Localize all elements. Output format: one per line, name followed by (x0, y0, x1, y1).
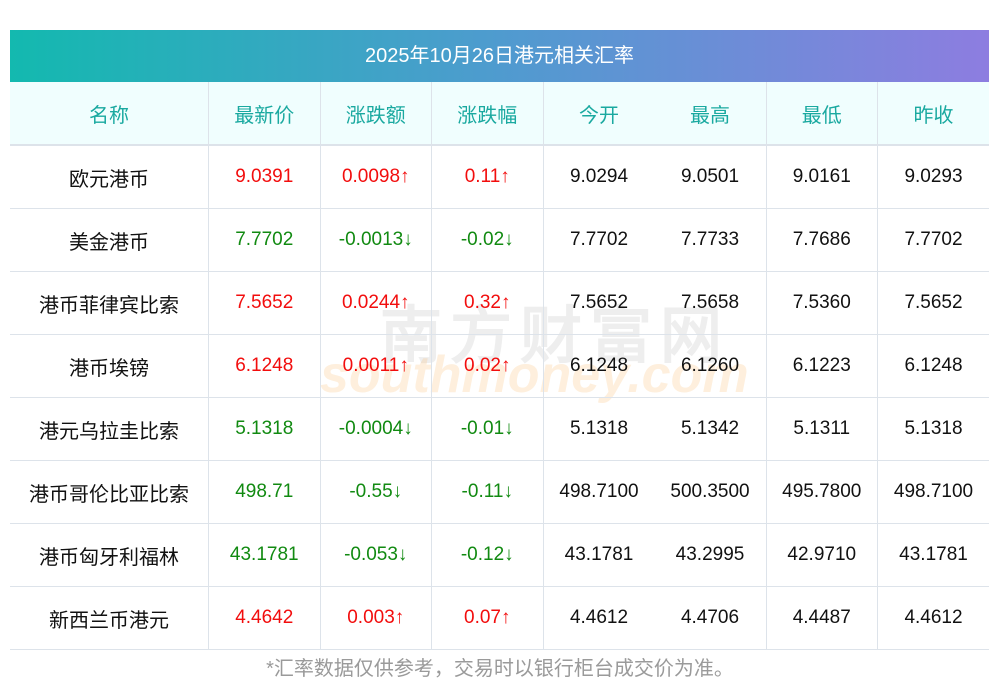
table-row: 港币菲律宾比索 7.5652 0.0244↑ 0.32↑ 7.5652 7.5658 7.5… (10, 271, 989, 335)
cell-high: 5.1342 (654, 397, 766, 461)
cell-low: 7.5360 (765, 271, 878, 335)
cell-name: 港元乌拉圭比索 (10, 397, 209, 461)
cell-pct: -0.02↓ (431, 208, 543, 272)
cell-prev: 9.0293 (877, 145, 989, 209)
table-row: 新西兰币港元 4.4642 0.003↑ 0.07↑ 4.4612 4.4706 4.448… (10, 586, 989, 650)
cell-change: -0.0004↓ (319, 397, 432, 461)
header-row: 名称 最新价 涨跌额 涨跌幅 今开 最高 最低 昨收 (10, 82, 989, 146)
table-row: 港币埃镑 6.1248 0.0011↑ 0.02↑ 6.1248 6.1260 6.1223… (10, 334, 989, 398)
cell-low: 6.1223 (765, 334, 878, 398)
cell-change: -0.053↓ (319, 523, 432, 587)
column-header: 今开 (542, 82, 655, 146)
cell-open: 6.1248 (542, 334, 655, 398)
cell-open: 7.5652 (542, 271, 655, 335)
cell-latest: 9.0391 (208, 145, 320, 209)
cell-pct: -0.01↓ (431, 397, 543, 461)
cell-change: 0.003↑ (319, 586, 432, 650)
cell-high: 7.5658 (654, 271, 766, 335)
table-row: 港币哥伦比亚比索 498.71 -0.55↓ -0.11↓ 498.7100 500.35… (10, 460, 989, 524)
column-header: 最低 (765, 82, 878, 146)
cell-latest: 7.5652 (208, 271, 320, 335)
cell-prev: 498.7100 (877, 460, 989, 524)
cell-prev: 4.4612 (877, 586, 989, 650)
cell-open: 4.4612 (542, 586, 655, 650)
cell-change: 0.0098↑ (319, 145, 432, 209)
table-row: 美金港币 7.7702 -0.0013↓ -0.02↓ 7.7702 7.7733 7.76… (10, 208, 989, 272)
cell-high: 500.3500 (654, 460, 766, 524)
cell-prev: 5.1318 (877, 397, 989, 461)
cell-pct: -0.11↓ (431, 460, 543, 524)
cell-latest: 4.4642 (208, 586, 320, 650)
cell-prev: 6.1248 (877, 334, 989, 398)
cell-name: 新西兰币港元 (10, 586, 209, 650)
cell-low: 495.7800 (765, 460, 878, 524)
cell-change: 0.0244↑ (319, 271, 432, 335)
cell-open: 43.1781 (542, 523, 655, 587)
cell-name: 港币菲律宾比索 (10, 271, 209, 335)
cell-pct: 0.07↑ (431, 586, 543, 650)
cell-low: 5.1311 (765, 397, 878, 461)
cell-name: 欧元港币 (10, 145, 209, 209)
cell-open: 7.7702 (542, 208, 655, 272)
rate-table-card: 2025年10月26日港元相关汇率 名称 最新价 涨跌额 涨跌幅 今开 最高 最低 昨收 欧元… (10, 30, 989, 650)
cell-latest: 5.1318 (208, 397, 320, 461)
cell-prev: 43.1781 (877, 523, 989, 587)
cell-change: 0.0011↑ (319, 334, 432, 398)
cell-low: 9.0161 (765, 145, 878, 209)
cell-latest: 6.1248 (208, 334, 320, 398)
column-header: 涨跌额 (319, 82, 432, 146)
cell-high: 7.7733 (654, 208, 766, 272)
disclaimer: *汇率数据仅供参考，交易时以银行柜台成交价为准。 (266, 658, 734, 680)
column-header: 最高 (654, 82, 766, 146)
cell-open: 9.0294 (542, 145, 655, 209)
table-row: 港元乌拉圭比索 5.1318 -0.0004↓ -0.01↓ 5.1318 5.1342 5… (10, 397, 989, 461)
cell-low: 7.7686 (765, 208, 878, 272)
cell-low: 4.4487 (765, 586, 878, 650)
cell-pct: 0.32↑ (431, 271, 543, 335)
rate-table: 名称 最新价 涨跌额 涨跌幅 今开 最高 最低 昨收 欧元港币 9.0391 0.0098↑ 0.1… (10, 82, 989, 650)
cell-change: -0.0013↓ (319, 208, 432, 272)
cell-prev: 7.5652 (877, 271, 989, 335)
cell-latest: 498.71 (208, 460, 320, 524)
cell-open: 5.1318 (542, 397, 655, 461)
cell-open: 498.7100 (542, 460, 655, 524)
cell-name: 港币匈牙利福林 (10, 523, 209, 587)
cell-low: 42.9710 (765, 523, 878, 587)
cell-high: 4.4706 (654, 586, 766, 650)
cell-pct: -0.12↓ (431, 523, 543, 587)
cell-name: 港币哥伦比亚比索 (10, 460, 209, 524)
cell-prev: 7.7702 (877, 208, 989, 272)
cell-pct: 0.02↑ (431, 334, 543, 398)
cell-pct: 0.11↑ (431, 145, 543, 209)
cell-high: 6.1260 (654, 334, 766, 398)
table-row: 欧元港币 9.0391 0.0098↑ 0.11↑ 9.0294 9.0501 9.0161… (10, 145, 989, 209)
cell-high: 9.0501 (654, 145, 766, 209)
table-title: 2025年10月26日港元相关汇率 (10, 30, 989, 82)
column-header: 涨跌幅 (431, 82, 543, 146)
column-header: 最新价 (208, 82, 320, 146)
table-row: 港币匈牙利福林 43.1781 -0.053↓ -0.12↓ 43.1781 43.299… (10, 523, 989, 587)
cell-latest: 43.1781 (208, 523, 320, 587)
cell-name: 美金港币 (10, 208, 209, 272)
cell-name: 港币埃镑 (10, 334, 209, 398)
column-header: 名称 (10, 82, 209, 146)
column-header: 昨收 (877, 82, 989, 146)
cell-change: -0.55↓ (319, 460, 432, 524)
cell-latest: 7.7702 (208, 208, 320, 272)
cell-high: 43.2995 (654, 523, 766, 587)
